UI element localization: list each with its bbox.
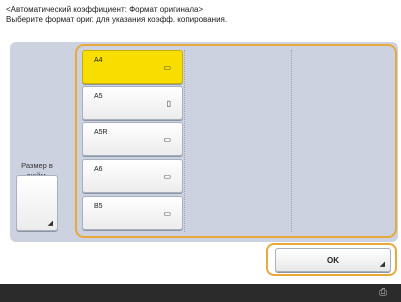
column-divider [291, 50, 292, 232]
size-button-a5[interactable]: A5 ▯ [82, 86, 183, 120]
landscape-page-icon: ▭ [163, 209, 171, 218]
size-label: A5R [94, 129, 108, 136]
size-label: A6 [94, 166, 103, 173]
inch-size-button[interactable]: ◢ [16, 175, 58, 231]
column-divider [184, 50, 185, 232]
device-status-icon[interactable]: ⎙ [379, 287, 387, 298]
screen-instruction: Выберите формат ориг. для указания коэфф… [6, 15, 228, 24]
screen-title: <Автоматический коэффициент: Формат ориг… [6, 5, 204, 14]
size-button-a4[interactable]: A4 ▭ [82, 50, 183, 84]
submenu-corner-icon: ◢ [47, 220, 53, 227]
enter-corner-icon: ◢ [379, 261, 385, 268]
portrait-page-icon: ▯ [166, 99, 171, 108]
ok-label: OK [327, 256, 339, 265]
screen-header: <Автоматический коэффициент: Формат ориг… [6, 5, 398, 25]
inch-size-group: Размер в дюйм. ◢ [14, 161, 60, 233]
size-button-a5r[interactable]: A5R ▭ [82, 122, 183, 156]
size-label: A4 [94, 57, 103, 64]
landscape-page-icon: ▭ [163, 63, 171, 72]
size-label: A5 [94, 93, 103, 100]
size-button-b5[interactable]: B5 ▭ [82, 196, 183, 230]
status-bar: ⎙ [0, 284, 401, 302]
size-label: B5 [94, 203, 103, 210]
landscape-page-icon: ▭ [163, 172, 171, 181]
size-button-a6[interactable]: A6 ▭ [82, 159, 183, 193]
landscape-page-icon: ▭ [163, 135, 171, 144]
ok-button[interactable]: OK ◢ [275, 248, 391, 272]
